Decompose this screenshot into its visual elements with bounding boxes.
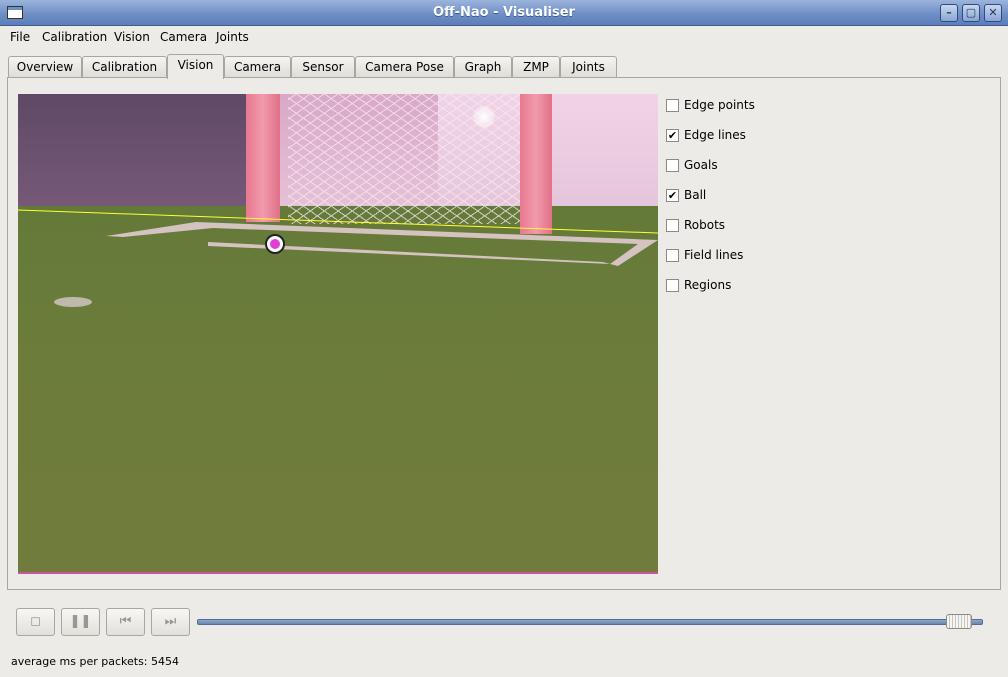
playback-slider-handle[interactable] xyxy=(946,614,972,629)
minimize-icon[interactable]: – xyxy=(940,4,958,22)
option-edge-lines[interactable]: ✔ Edge lines xyxy=(666,126,866,146)
close-icon[interactable]: ✕ xyxy=(984,4,1002,22)
menu-file[interactable]: File xyxy=(10,30,30,44)
pause-button[interactable]: ❚❚ xyxy=(61,608,100,636)
rewind-button[interactable]: ⏮ xyxy=(106,608,145,636)
tab-sensor[interactable]: Sensor xyxy=(291,56,355,78)
checkbox[interactable]: ✔ xyxy=(666,129,679,142)
playback-slider-track[interactable] xyxy=(197,619,983,625)
camera-image[interactable] xyxy=(18,94,658,574)
fast-forward-button[interactable]: ⏭ xyxy=(151,608,190,636)
option-label: Edge points xyxy=(684,98,755,112)
option-edge-points[interactable]: Edge points xyxy=(666,96,866,116)
vision-overlay xyxy=(18,209,658,266)
checkbox[interactable] xyxy=(666,219,679,232)
tab-zmp[interactable]: ZMP xyxy=(512,56,560,78)
tab-vision[interactable]: Vision xyxy=(167,54,224,79)
menu-joints[interactable]: Joints xyxy=(216,30,249,44)
option-label: Goals xyxy=(684,158,718,172)
tab-camera[interactable]: Camera xyxy=(224,56,291,78)
title-bar: Off-Nao - Visualiser – ▢ ✕ xyxy=(0,0,1008,26)
checkbox[interactable]: ✔ xyxy=(666,189,679,202)
option-robots[interactable]: Robots xyxy=(666,216,866,236)
option-label: Field lines xyxy=(684,248,744,262)
tab-camera-pose[interactable]: Camera Pose xyxy=(355,56,454,78)
ball-marker xyxy=(265,234,285,254)
option-field-lines[interactable]: Field lines xyxy=(666,246,866,266)
fast-forward-icon: ⏭ xyxy=(164,614,177,629)
option-label: Regions xyxy=(684,278,732,292)
checkbox[interactable] xyxy=(666,159,679,172)
tab-overview[interactable]: Overview xyxy=(8,56,82,78)
stop-button[interactable]: ◻ xyxy=(16,608,55,636)
option-label: Edge lines xyxy=(684,128,746,142)
menu-bar: File Calibration Vision Camera Joints xyxy=(0,26,1008,48)
image-bottom-edge xyxy=(18,572,658,574)
tab-graph[interactable]: Graph xyxy=(454,56,512,78)
tab-joints[interactable]: Joints xyxy=(560,56,617,78)
menu-vision[interactable]: Vision xyxy=(114,30,150,44)
checkbox[interactable] xyxy=(666,99,679,112)
menu-camera[interactable]: Camera xyxy=(160,30,207,44)
rewind-icon: ⏮ xyxy=(119,614,132,629)
tab-calibration[interactable]: Calibration xyxy=(82,56,167,78)
status-text: average ms per packets: 5454 xyxy=(11,655,179,668)
option-goals[interactable]: Goals xyxy=(666,156,866,176)
menu-calibration[interactable]: Calibration xyxy=(42,30,107,44)
pause-icon: ❚❚ xyxy=(69,614,92,629)
option-regions[interactable]: Regions xyxy=(666,276,866,296)
option-label: Ball xyxy=(684,188,707,202)
stop-icon: ◻ xyxy=(30,614,41,629)
maximize-icon[interactable]: ▢ xyxy=(962,4,980,22)
field-line-marking xyxy=(106,222,658,266)
option-ball[interactable]: ✔ Ball xyxy=(666,186,866,206)
checkbox[interactable] xyxy=(666,279,679,292)
option-label: Robots xyxy=(684,218,726,232)
checkbox[interactable] xyxy=(666,249,679,262)
window-title: Off-Nao - Visualiser xyxy=(433,5,575,20)
